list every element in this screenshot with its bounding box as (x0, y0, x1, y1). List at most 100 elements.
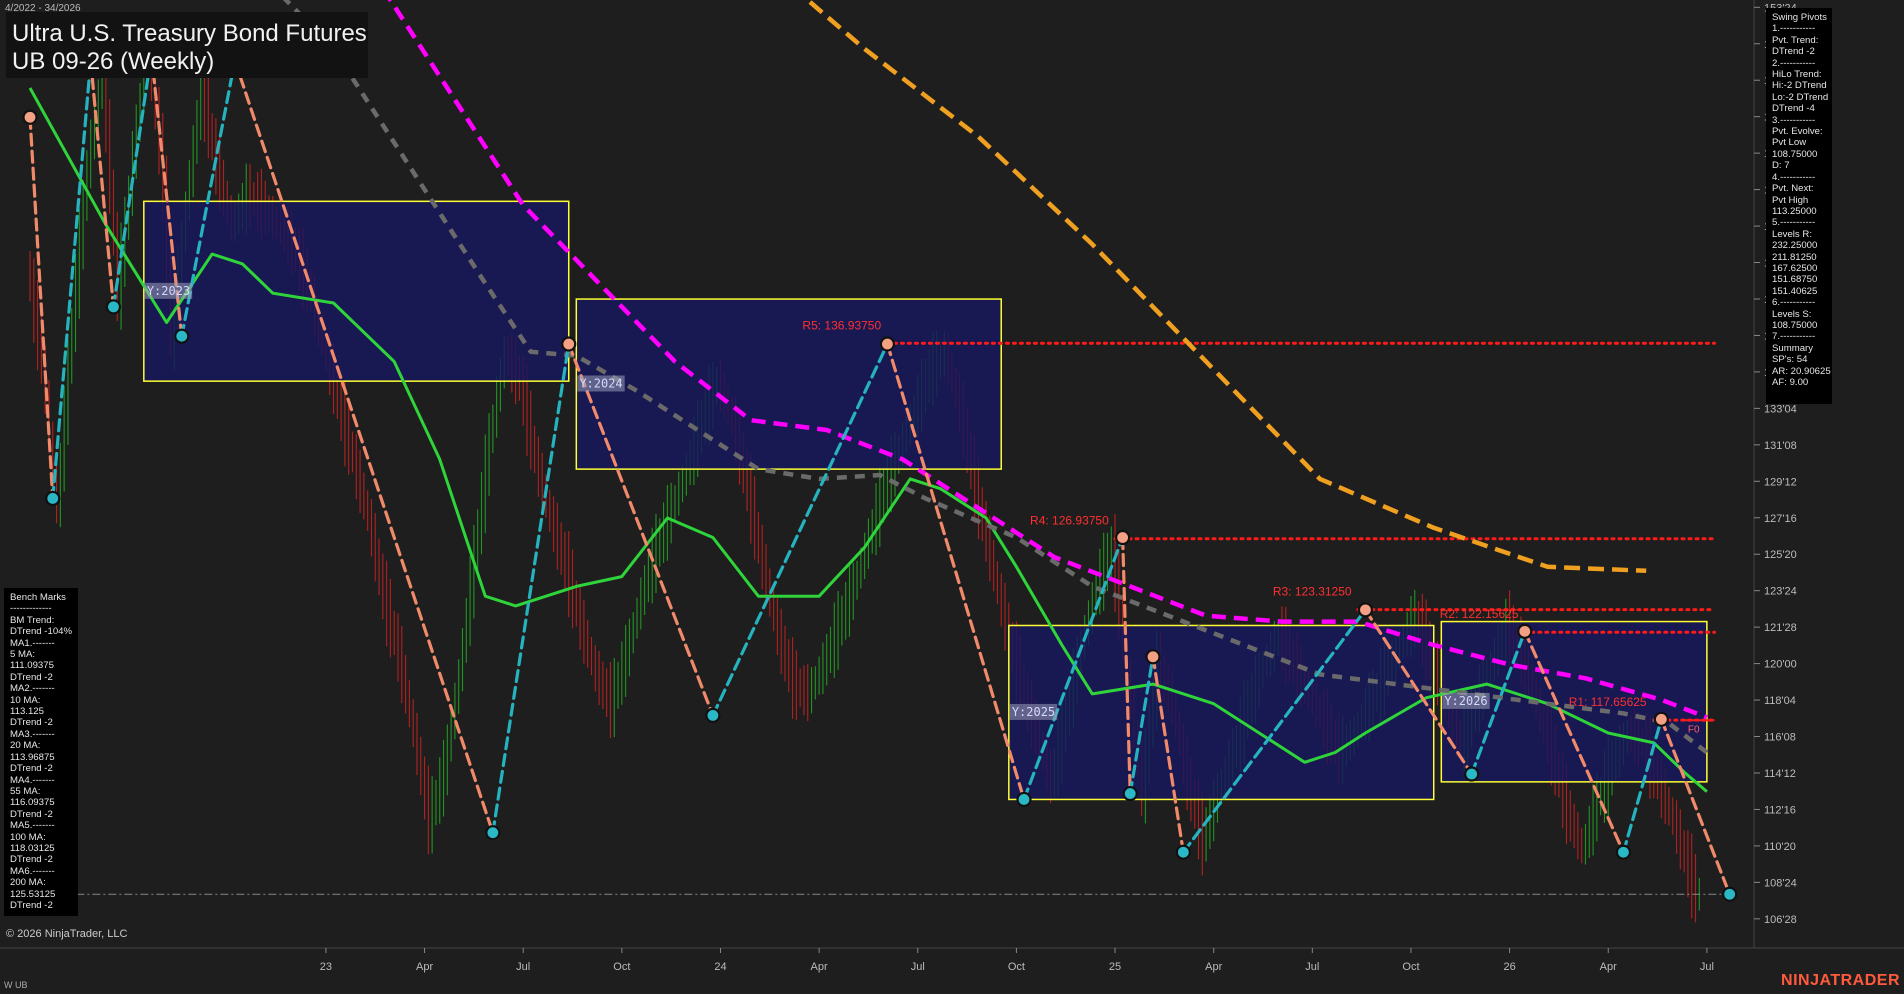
panel-line: DTrend -4 (1772, 103, 1815, 115)
panel-line: MA2.------- (10, 683, 55, 695)
panel-line: 100 MA: (10, 831, 46, 843)
resistance-label: R2: 122.15625 (1440, 607, 1519, 621)
panel-line: BM Trend: (10, 614, 55, 626)
date-range-label: 4/2022 - 34/2026 (5, 3, 81, 14)
copyright-text: © 2026 NinjaTrader, LLC (6, 928, 128, 940)
panel-line: 3.----------- (1772, 114, 1816, 126)
panel-line: MA3.------- (10, 728, 55, 740)
year-box-label: Y:2023 (147, 284, 190, 298)
swing-pivot-low (174, 328, 190, 344)
swing-pivot-low (1016, 791, 1032, 808)
panel-line: MA4.------- (10, 774, 55, 786)
panel-line: 167.62500 (1772, 262, 1818, 274)
swing-pivot-low (1464, 766, 1480, 782)
x-tick-label: Apr (1600, 961, 1617, 973)
swing-pivot-high (1653, 711, 1669, 727)
x-tick-label: Jul (911, 961, 925, 973)
panel-line: Pvt. Next: (1772, 183, 1814, 195)
panel-line: 6.----------- (1772, 297, 1816, 309)
panel-line: Lo:-2 DTrend (1772, 91, 1829, 103)
panel-line: 151.68750 (1772, 274, 1818, 286)
panel-line: 7.----------- (1772, 331, 1816, 343)
panel-line: Pvt. Trend: (1772, 34, 1819, 46)
panel-line: 55 MA: (10, 785, 41, 797)
panel-line: MA6.------- (10, 865, 55, 877)
symbol-label: W UB (4, 980, 28, 990)
panel-line: AR: 20.90625 (1772, 365, 1831, 377)
x-tick-label: Oct (613, 961, 630, 973)
panel-line: DTrend -2 (10, 854, 53, 866)
x-tick-label: 25 (1109, 961, 1121, 973)
resistance-label: R5: 136.93750 (802, 318, 881, 332)
panel-line: 118.03125 (10, 842, 55, 854)
x-tick-label: Oct (1008, 961, 1025, 973)
year-box-label: Y:2024 (579, 376, 622, 390)
swing-pivot-low (45, 490, 61, 507)
y-tick-label: 112'16 (1764, 804, 1796, 816)
x-tick-label: Oct (1402, 961, 1419, 973)
panel-line: Levels R: (1772, 228, 1812, 240)
brand-logo: NINJATRADER (1781, 972, 1900, 989)
panel-line: 20 MA: (10, 740, 41, 752)
panel-line: 232.25000 (1772, 240, 1818, 252)
panel-line: 116.09375 (10, 797, 55, 809)
swing-pivot-low (1175, 844, 1191, 860)
x-tick-label: Jul (516, 961, 530, 973)
panel-line: MA1.------- (10, 637, 55, 649)
swing-pivot-low (705, 707, 721, 723)
y-tick-label: 108'24 (1764, 877, 1797, 889)
swing-pivot-high (1357, 602, 1374, 618)
panel-line: 108.75000 (1772, 148, 1818, 160)
y-tick-label: 106'28 (1764, 914, 1797, 926)
panel-line: 111.09375 (10, 660, 54, 672)
panel-line: DTrend -2 (10, 717, 53, 729)
swing-pivot-low (1615, 844, 1632, 860)
y-tick-label: 114'12 (1764, 768, 1796, 780)
y-tick-label: 127'16 (1764, 513, 1797, 525)
bench-marks-panel: Bench Marks ------------- BM Trend: DTrend … (4, 588, 78, 916)
panel-line: Pvt. Evolve: (1772, 126, 1823, 138)
swing-pivot-low (1722, 886, 1738, 902)
swing-pivot-high (1145, 649, 1161, 665)
panel-line: DTrend -2 (10, 808, 53, 820)
x-tick-label: Apr (416, 961, 433, 973)
x-tick-label: Apr (811, 961, 828, 973)
panel-line: D: 7 (1772, 160, 1790, 172)
year-box (1008, 624, 1435, 801)
panel-line: 5 MA: (10, 649, 36, 661)
x-tick-label: Apr (1205, 961, 1222, 973)
y-tick-label: 110'20 (1764, 841, 1796, 853)
price-chart[interactable]: Y:2023 Y:2024 Y:2025 Y:2026 R5: 136.93750 R4:… (0, 0, 1904, 994)
f0-label: F0 (1688, 724, 1700, 735)
panel-line: 151.40625 (1772, 285, 1818, 297)
swing-pivot-high (1517, 623, 1533, 639)
resistance-label: R4: 126.93750 (1030, 514, 1109, 528)
panel-line: 200 MA: (10, 877, 46, 889)
panel-line: 113.96875 (10, 751, 55, 763)
panel-line: Pvt Low (1772, 137, 1807, 149)
swing-pivot-high (22, 109, 38, 125)
panel-line: 113.125 (10, 706, 44, 718)
y-tick-label: 129'12 (1764, 476, 1797, 488)
panel-line: 2.----------- (1772, 57, 1816, 69)
y-tick-label: 123'24 (1764, 586, 1797, 598)
year-box-label: Y:2026 (1444, 694, 1487, 708)
swing-pivot-high (561, 336, 577, 352)
y-tick-label: 125'20 (1764, 549, 1797, 561)
panel-line: ------------- (10, 603, 52, 615)
year-box (143, 200, 570, 382)
x-tick-label: 23 (320, 961, 332, 973)
swing-pivot-high (879, 336, 896, 352)
swing-pivot-low (105, 299, 122, 315)
chart-subtitle: UB 09-26 (Weekly) (12, 48, 215, 75)
panel-line: Bench Marks (10, 592, 66, 603)
panel-line: Levels S: (1772, 308, 1812, 320)
panel-line: DTrend -2 (1772, 46, 1815, 58)
y-tick-label: 133'04 (1764, 403, 1797, 415)
x-tick-label: 26 (1503, 961, 1515, 973)
panel-line: Hi:-2 DTrend (1772, 80, 1827, 92)
panel-line: 113.25000 (1772, 205, 1817, 217)
y-tick-label: 121'28 (1764, 622, 1797, 634)
panel-line: MA5.------- (10, 820, 55, 832)
x-tick-label: Jul (1700, 961, 1714, 973)
